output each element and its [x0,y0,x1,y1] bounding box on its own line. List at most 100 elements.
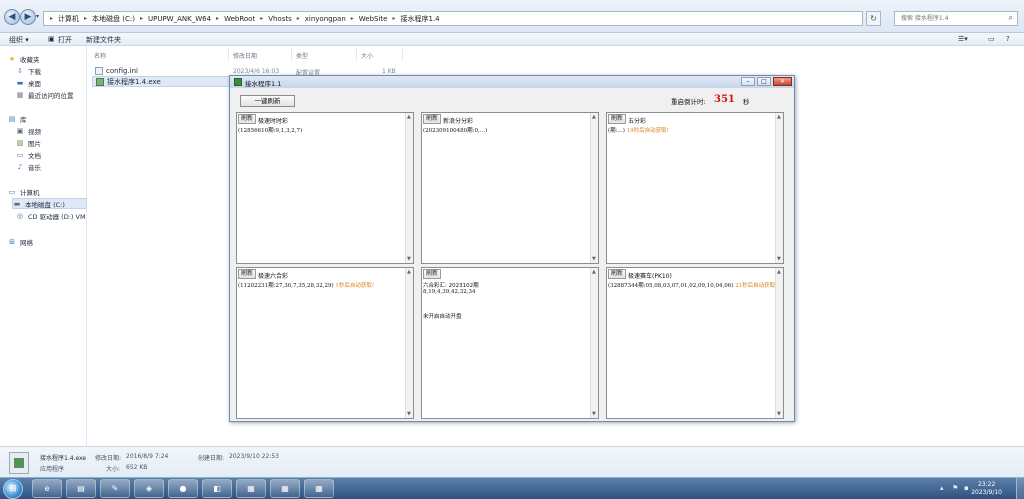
clock-date: 2023/9/10 [971,489,1002,496]
search-input[interactable] [895,12,1001,25]
open-button[interactable]: 打开 [58,35,72,45]
refresh-button[interactable]: 刷新 [238,114,256,124]
breadcrumb-item[interactable]: Vhosts [268,15,292,23]
details-pane: 接水程序1.4.exe 应用程序 修改日期: 2016/8/9 7:24 大小:… [0,446,1024,477]
taskbar-tool-button[interactable]: ◧ [202,479,232,498]
breadcrumb-item[interactable]: 计算机 [58,14,79,24]
taskbar-explorer-button[interactable]: ▤ [66,479,96,498]
command-bar: 组织 ▾ ▣ 打开 新建文件夹 ☰▾ ▭ ? [0,33,1024,46]
breadcrumb-item[interactable]: UPUPW_ANK_W64 [148,15,211,23]
result-text: (202309100480期:0,...) [423,128,488,134]
vertical-scrollbar[interactable]: ▲ ▼ [405,113,413,263]
breadcrumb[interactable]: ▸ 计算机 ▸ 本地磁盘 (C:) ▸ UPUPW_ANK_W64 ▸ WebRoot… [43,11,863,26]
address-bar: ◀ ▶ ▾ ▸ 计算机 ▸ 本地磁盘 (C:) ▸ UPUPW_ANK_W64 ▸ W… [0,0,1024,33]
taskbar-ie-button[interactable]: e [32,479,62,498]
column-header-name[interactable]: 名称 [94,51,106,60]
breadcrumb-item[interactable]: 接水程序1.4 [401,14,440,24]
taskbar-app-button[interactable]: ◈ [134,479,164,498]
scroll-down-icon[interactable]: ▼ [592,411,596,417]
one-key-refresh-button[interactable]: 一键刷新 [240,95,295,107]
history-dropdown-icon[interactable]: ▾ [36,13,39,20]
taskbar-notepad-button[interactable]: ✎ [100,479,130,498]
tray-network-icon[interactable]: ▪ [964,484,969,492]
maximize-button[interactable]: □ [757,77,771,86]
help-icon[interactable]: ? [1006,35,1010,43]
scroll-down-icon[interactable]: ▼ [592,256,596,262]
file-row-selected[interactable]: 接水程序1.4.exe [92,76,252,87]
taskbar-window-button[interactable]: ▦ [304,479,334,498]
breadcrumb-item[interactable]: WebSite [359,15,388,23]
sidebar-item-computer[interactable]: ▭ 计算机 [8,186,95,197]
panel-five-minute: 刷新 五分彩 (期:...) 19秒后自动获取! ▲ ▼ [606,112,784,264]
taskbar-window-button[interactable]: ▦ [270,479,300,498]
back-button[interactable]: ◀ [4,9,20,25]
file-name: config.ini [106,66,138,75]
scroll-up-icon[interactable]: ▲ [592,114,596,120]
sidebar-item-favorites[interactable]: ★ 收藏夹 [8,53,95,64]
window-title: 接水程序1.1 [245,80,282,88]
organize-button[interactable]: 组织 ▾ [9,35,29,45]
vertical-scrollbar[interactable]: ▲ ▼ [775,113,783,263]
program-icon: ▦ [315,484,323,493]
auto-fetch-note: 19秒后自动获取! [626,128,669,134]
column-header-modified[interactable]: 修改日期 [233,51,257,60]
app-icon: ◈ [145,484,153,493]
sidebar-item-local-disk[interactable]: ▬ 本地磁盘 (C:) [12,198,87,209]
recent-places-icon: ▦ [16,90,24,99]
panel-lhc-summary: 刷新 六合彩汇: 2023102期 8,19,4,39,42,32,34 未开启… [421,267,599,419]
window-title-bar[interactable]: 接水程序1.1 – □ ✕ [230,76,794,88]
network-icon: ⊞ [9,237,15,246]
forward-button[interactable]: ▶ [20,9,36,25]
vertical-scrollbar[interactable]: ▲ ▼ [775,268,783,418]
result-text: 六合彩汇: 2023102期 [423,283,479,289]
column-header-size[interactable]: 大小 [361,51,373,60]
back-arrow-icon: ◀ [8,12,16,22]
minimize-button[interactable]: – [741,77,755,86]
tray-arrow-icon[interactable]: ▴ [940,484,944,492]
scroll-up-icon[interactable]: ▲ [407,269,411,275]
vertical-scrollbar[interactable]: ▲ ▼ [405,268,413,418]
refresh-button[interactable]: 刷新 [423,269,441,279]
panel-speed-lhc: 刷新 极速六合彩 (11202231期:27,30,7,35,28,32,29)… [236,267,414,419]
scroll-down-icon[interactable]: ▼ [777,256,781,262]
breadcrumb-item[interactable]: WebRoot [224,15,255,23]
sidebar-item-network[interactable]: ⊞ 网络 [8,236,95,247]
result-text: (12856610期:9,1,3,2,7) [238,128,303,134]
refresh-button[interactable]: 刷新 [238,269,256,279]
refresh-button[interactable]: 刷新 [608,114,626,124]
clock[interactable]: 23:22 2023/9/10 [971,481,1002,497]
file-name: 接水程序1.4.exe [107,77,161,86]
scroll-up-icon[interactable]: ▲ [777,114,781,120]
scroll-up-icon[interactable]: ▲ [407,114,411,120]
panel-title: 五分彩 [628,118,647,125]
view-options-icon[interactable]: ☰▾ [958,35,968,43]
scroll-down-icon[interactable]: ▼ [407,411,411,417]
details-modified: 2016/8/9 7:24 [126,453,169,460]
new-folder-button[interactable]: 新建文件夹 [86,35,121,45]
vertical-scrollbar[interactable]: ▲ ▼ [590,113,598,263]
program-icon: ▦ [247,484,255,493]
show-desktop-button[interactable] [1016,478,1024,499]
taskbar: ⊞ e ▤ ✎ ◈ ● ◧ ▦ ▦ ▦ ▴ ⚑ ▪ 23:22 2023/9/1… [0,477,1024,499]
column-header-type[interactable]: 类型 [296,51,308,60]
result-numbers: 8,19,4,39,42,32,34 [423,289,476,295]
sidebar-item-libraries[interactable]: ▤ 库 [8,113,95,124]
scroll-down-icon[interactable]: ▼ [407,256,411,262]
breadcrumb-item[interactable]: 本地磁盘 (C:) [92,14,135,24]
taskbar-window-button[interactable]: ▦ [236,479,266,498]
scroll-up-icon[interactable]: ▲ [777,269,781,275]
close-button[interactable]: ✕ [773,77,792,86]
scroll-up-icon[interactable]: ▲ [592,269,596,275]
taskbar-hs-button[interactable]: ● [168,479,198,498]
scroll-down-icon[interactable]: ▼ [777,411,781,417]
vertical-scrollbar[interactable]: ▲ ▼ [590,268,598,418]
tray-flag-icon[interactable]: ⚑ [952,484,958,492]
refresh-button[interactable]: 刷新 [608,269,626,279]
preview-pane-icon[interactable]: ▭ [988,35,995,43]
refresh-button[interactable]: ↻ [866,11,881,26]
refresh-button[interactable]: 刷新 [423,114,441,124]
search-box[interactable]: ⌕ [894,11,1018,26]
details-size-label: 大小: [106,466,121,473]
breadcrumb-item[interactable]: xinyongpan [305,15,346,23]
start-button[interactable]: ⊞ [3,479,23,499]
